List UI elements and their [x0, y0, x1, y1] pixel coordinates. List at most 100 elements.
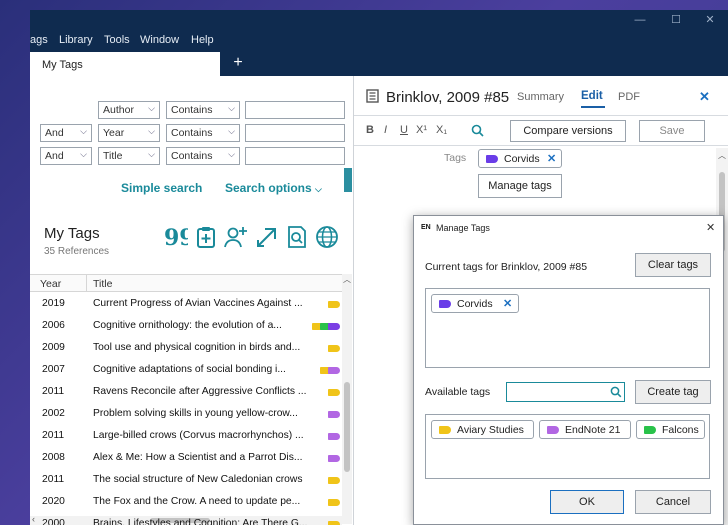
reference-tag-label: Corvids: [504, 153, 540, 165]
menu-tags[interactable]: ags: [30, 34, 48, 46]
available-tag-label: Falcons: [662, 424, 699, 436]
search-icon[interactable]: [471, 124, 484, 137]
scroll-up-icon[interactable]: ︿: [343, 274, 351, 285]
current-tags-label: Current tags for Brinklov, 2009 #85: [425, 261, 588, 273]
chevron-down-icon: ⌵: [228, 103, 235, 113]
table-row[interactable]: 2008 Alex & Me: How a Scientist and a Par…: [30, 447, 340, 469]
menu-help[interactable]: Help: [191, 34, 214, 46]
search-button[interactable]: [344, 168, 352, 192]
column-divider: [86, 275, 87, 291]
row-title: Cognitive adaptations of social bonding …: [93, 364, 286, 375]
operator-select-3[interactable]: Contains ⌵: [166, 147, 240, 165]
compare-versions-button[interactable]: Compare versions: [510, 120, 626, 142]
available-tag-endnote-21[interactable]: EndNote 21: [539, 420, 631, 439]
dialog-close-icon[interactable]: ✕: [706, 221, 715, 234]
boolean-select-2[interactable]: And ⌵: [40, 124, 92, 142]
window-close-icon[interactable]: ✕: [700, 12, 720, 28]
ok-button[interactable]: OK: [550, 490, 624, 514]
menu-library[interactable]: Library: [59, 34, 93, 46]
subscript-button[interactable]: X₁: [436, 124, 447, 136]
cancel-button[interactable]: Cancel: [635, 490, 711, 514]
field-select-3-value: Title: [103, 150, 123, 162]
current-tag-chip[interactable]: Corvids ✕: [431, 294, 519, 313]
boolean-select-3[interactable]: And ⌵: [40, 147, 92, 165]
quote-icon[interactable]: 99: [162, 224, 188, 250]
operator-select-1[interactable]: Contains ⌵: [166, 101, 240, 119]
search-icon[interactable]: [610, 386, 622, 398]
tag-flag-icon: [328, 367, 340, 374]
table-row[interactable]: 2002 Problem solving skills in young yell…: [30, 403, 340, 425]
field-select-1[interactable]: Author ⌵: [98, 101, 160, 119]
maximize-icon[interactable]: ☐: [666, 12, 686, 28]
scroll-thumb[interactable]: [344, 382, 350, 472]
reference-close-icon[interactable]: ✕: [699, 89, 710, 105]
clear-tags-button[interactable]: Clear tags: [635, 253, 711, 277]
table-row[interactable]: 2007 Cognitive adaptations of social bond…: [30, 359, 340, 381]
create-tag-button[interactable]: Create tag: [635, 380, 711, 404]
tab-summary[interactable]: Summary: [517, 91, 564, 103]
table-header: Year Title: [30, 274, 352, 292]
search-term-input-2[interactable]: [245, 124, 345, 142]
column-header-year[interactable]: Year: [40, 278, 61, 290]
clipboard-add-icon[interactable]: [193, 224, 219, 250]
row-title: Problem solving skills in young yellow-c…: [93, 408, 298, 419]
manage-tags-button[interactable]: Manage tags: [478, 174, 562, 198]
field-select-2[interactable]: Year ⌵: [98, 124, 160, 142]
table-row[interactable]: 2011 The social structure of New Caledoni…: [30, 469, 340, 491]
row-year: 2009: [42, 342, 65, 353]
share-arrow-icon[interactable]: [254, 224, 280, 250]
tab-pdf[interactable]: PDF: [618, 91, 640, 103]
row-year: 2020: [42, 496, 65, 507]
minimize-icon[interactable]: —: [630, 12, 650, 28]
field-select-1-value: Author: [103, 104, 134, 116]
remove-tag-icon[interactable]: ✕: [547, 152, 556, 165]
search-term-input-1[interactable]: [245, 101, 345, 119]
add-user-icon[interactable]: [223, 224, 249, 250]
row-year: 2011: [42, 474, 65, 485]
current-tags-box: Corvids ✕: [425, 288, 710, 368]
library-vertical-scrollbar[interactable]: ︿: [342, 274, 352, 524]
bold-button[interactable]: B: [366, 124, 374, 136]
tag-flag-icon: [328, 389, 340, 396]
operator-select-3-value: Contains: [171, 150, 213, 162]
title-bar: — ☐ ✕: [30, 10, 728, 30]
chevron-down-icon: ⌵: [80, 149, 87, 159]
row-title: The Fox and the Crow. A need to update p…: [93, 496, 301, 507]
active-tab-indicator: [581, 106, 605, 108]
tab-my-tags[interactable]: My Tags: [30, 52, 220, 76]
superscript-button[interactable]: X¹: [416, 124, 427, 136]
find-document-icon[interactable]: [284, 224, 310, 250]
table-row[interactable]: 2019 Current Progress of Avian Vaccines A…: [30, 293, 340, 315]
available-tag-aviary-studies[interactable]: Aviary Studies: [431, 420, 534, 439]
chevron-down-icon: ⌵: [315, 184, 322, 194]
italic-button[interactable]: I: [384, 124, 387, 136]
save-button[interactable]: Save: [639, 120, 705, 142]
row-title: Brains, Lifestyles and Cognition: Are Th…: [93, 518, 308, 525]
table-row[interactable]: 2020 The Fox and the Crow. A need to upda…: [30, 491, 340, 513]
column-header-title[interactable]: Title: [93, 278, 112, 290]
available-tag-falcons[interactable]: Falcons: [636, 420, 705, 439]
tag-flag-icon: [328, 345, 340, 352]
tab-edit[interactable]: Edit: [581, 90, 603, 102]
add-tab-button[interactable]: +: [228, 52, 248, 76]
search-term-input-3[interactable]: [245, 147, 345, 165]
table-row[interactable]: 2000 Brains, Lifestyles and Cognition: Ar…: [30, 513, 340, 525]
table-row[interactable]: 2011 Large-billed crows (Corvus macrorhyn…: [30, 425, 340, 447]
underline-button[interactable]: U: [400, 124, 408, 136]
table-row[interactable]: 2011 Ravens Reconcile after Aggressive Co…: [30, 381, 340, 403]
reference-tag-chip[interactable]: Corvids ✕: [478, 149, 562, 168]
field-select-3[interactable]: Title ⌵: [98, 147, 160, 165]
tag-search-input[interactable]: [506, 382, 625, 402]
remove-tag-icon[interactable]: ✕: [503, 297, 512, 310]
table-row[interactable]: 2006 Cognitive ornithology: the evolution…: [30, 315, 340, 337]
simple-search-link[interactable]: Simple search: [121, 181, 202, 195]
field-select-2-value: Year: [103, 127, 125, 139]
globe-icon[interactable]: [314, 224, 340, 250]
search-options-link[interactable]: Search options ⌵: [225, 181, 322, 195]
chevron-down-icon: ⌵: [148, 103, 155, 113]
menu-tools[interactable]: Tools: [104, 34, 130, 46]
table-row[interactable]: 2009 Tool use and physical cognition in b…: [30, 337, 340, 359]
operator-select-2[interactable]: Contains ⌵: [166, 124, 240, 142]
scroll-up-icon[interactable]: ︿: [718, 150, 726, 161]
menu-window[interactable]: Window: [140, 34, 179, 46]
